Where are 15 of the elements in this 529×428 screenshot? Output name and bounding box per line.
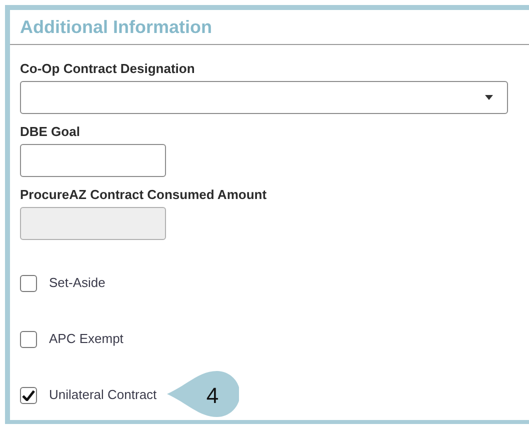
checkbox-label: Set-Aside: [49, 274, 106, 292]
dropdown-field[interactable]: [20, 81, 508, 114]
field-label: Co-Op Contract Designation: [20, 61, 196, 77]
checkbox[interactable]: [20, 386, 37, 404]
checkbox-label: APC Exempt: [49, 330, 124, 348]
field-label: DBE Goal: [20, 124, 81, 140]
caret-icon: [485, 95, 493, 100]
field-label: ProcureAZ Contract Consumed Amount: [20, 187, 268, 203]
callout-bubble: 4: [166, 371, 239, 419]
section-title: Additional Information: [20, 16, 212, 38]
checkmark-icon: [22, 390, 35, 400]
checkbox[interactable]: [20, 330, 37, 348]
checkbox-label: Unilateral Contract: [49, 386, 157, 404]
checkbox[interactable]: [20, 274, 37, 292]
input-field[interactable]: [20, 144, 166, 177]
